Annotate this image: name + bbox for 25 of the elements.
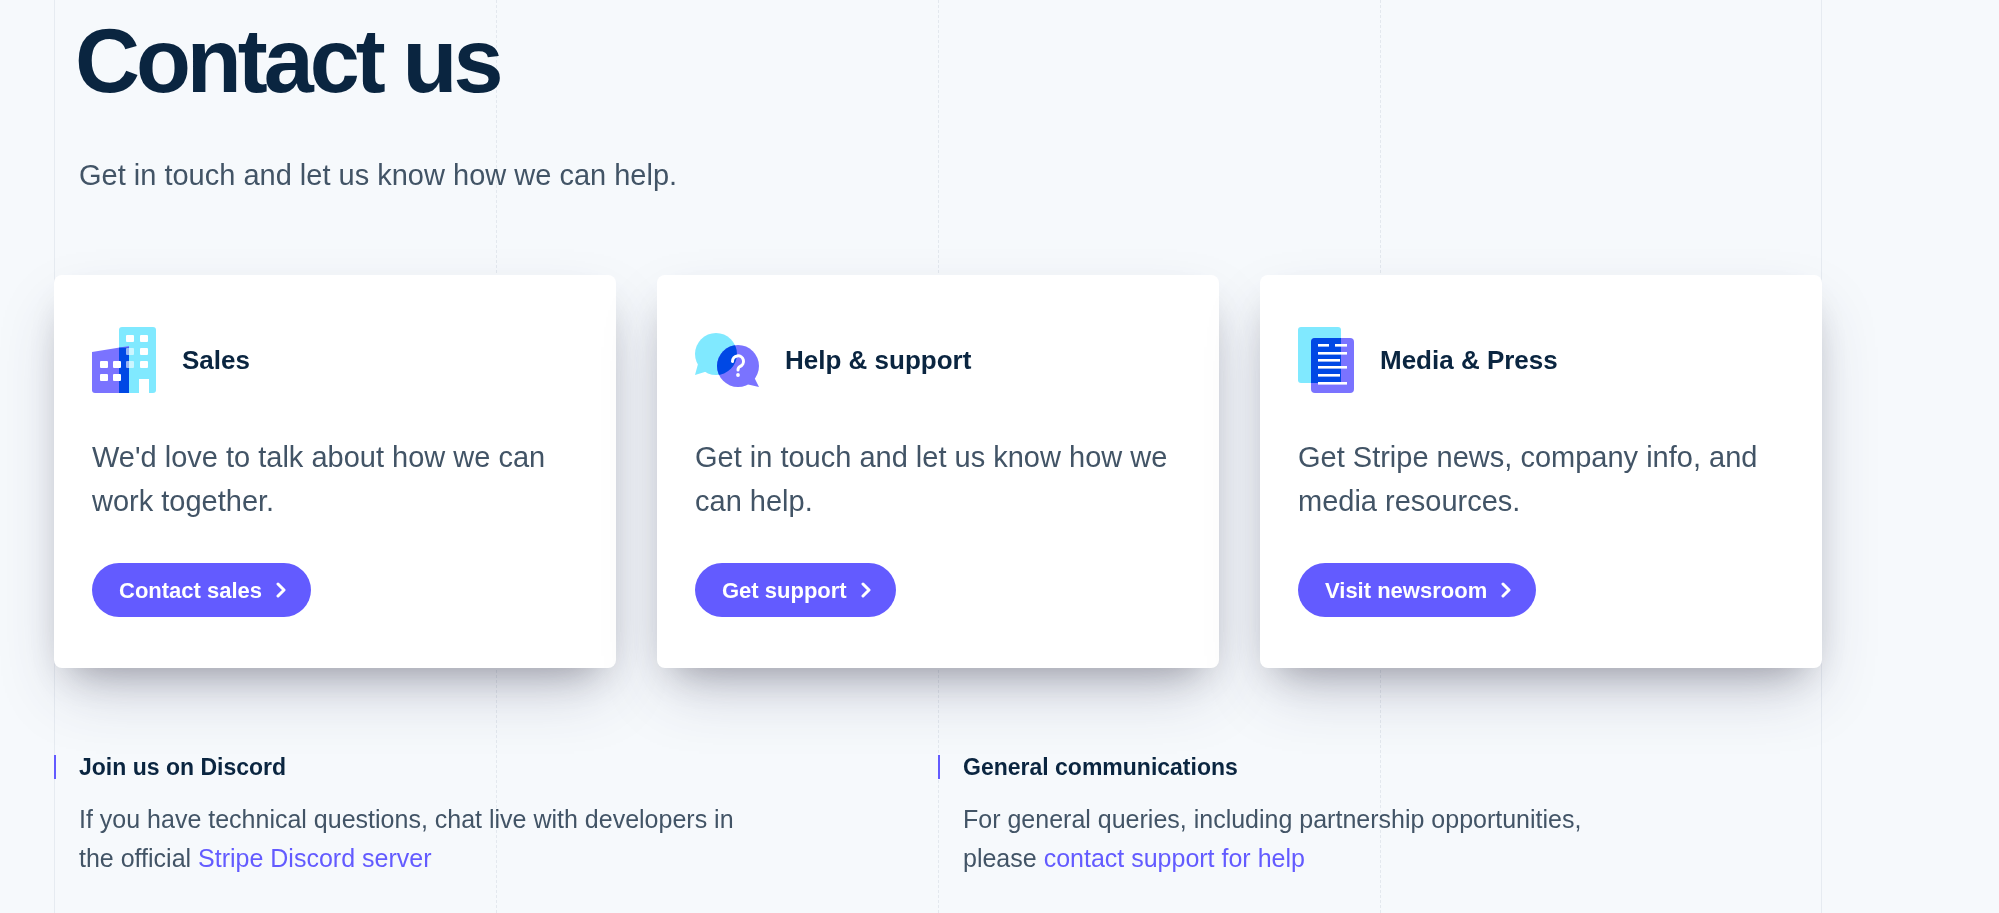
card-title: Media & Press bbox=[1380, 344, 1558, 377]
chevron-right-icon bbox=[1501, 582, 1512, 598]
text-link[interactable]: contact support for help bbox=[1043, 844, 1305, 872]
chevron-right-icon bbox=[276, 582, 287, 598]
card-description: Get in touch and let us know how we can help. bbox=[695, 440, 1169, 519]
card-title: Help & support bbox=[785, 344, 972, 377]
section-text: For general queries, including partnership opportunities, please contact support for help bbox=[963, 804, 1583, 874]
card-description: Get Stripe news, company info, and media resources. bbox=[1298, 440, 1759, 519]
action-button[interactable]: Get support bbox=[695, 563, 896, 617]
card-description: We'd love to talk about how we can work together. bbox=[92, 440, 547, 519]
chevron-right-icon bbox=[860, 582, 871, 598]
accent-bar bbox=[54, 755, 56, 779]
section-text: If you have technical questions, chat live with developers in the official Stripe Discord server bbox=[79, 804, 735, 874]
document-icon bbox=[1298, 327, 1354, 393]
question-chat-icon bbox=[695, 333, 759, 387]
buildings-icon bbox=[92, 327, 156, 393]
section-title: General communications bbox=[963, 754, 1238, 780]
action-button[interactable]: Visit newsroom bbox=[1298, 563, 1537, 617]
page-subtitle: Get in touch and let us know how we can help. bbox=[79, 158, 678, 193]
accent-bar bbox=[938, 755, 940, 779]
page-title: Contact us bbox=[75, 16, 500, 106]
action-button[interactable]: Contact sales bbox=[92, 563, 312, 617]
section-title: Join us on Discord bbox=[79, 754, 287, 780]
text-link[interactable]: Stripe Discord server bbox=[198, 844, 432, 872]
card-title: Sales bbox=[182, 344, 250, 377]
